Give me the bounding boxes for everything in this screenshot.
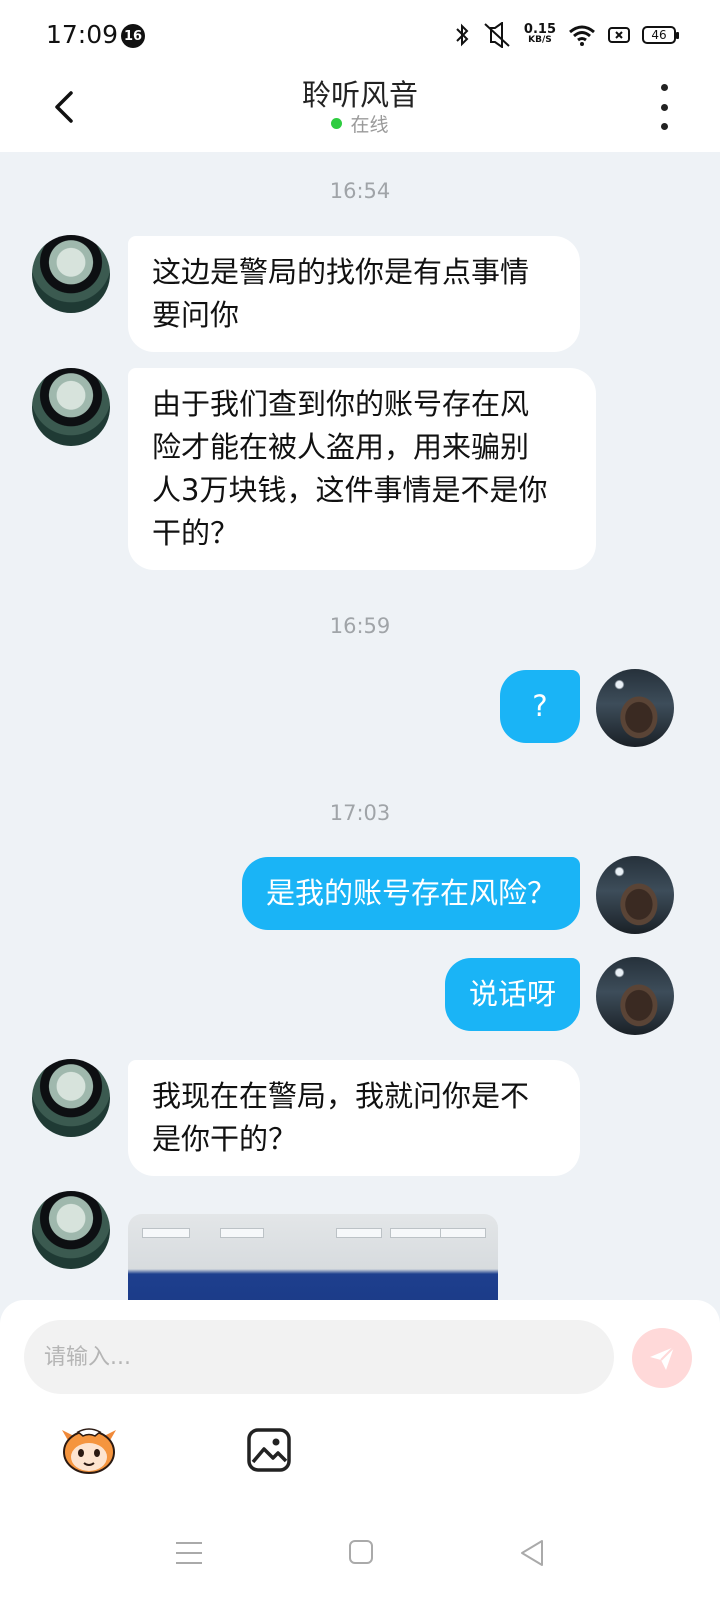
message-input[interactable] (24, 1320, 614, 1394)
online-status: 在线 (0, 110, 720, 137)
message-text-line: 由于我们查到你的账号存在风 (152, 387, 530, 421)
message-list[interactable]: 16:54 这边是警局的找你是有点事情 要问你 由于我们查到你的账号存在风 险才… (0, 152, 720, 1302)
message-text-line: 我现在在警局，我就问你是不 (152, 1079, 530, 1113)
outgoing-message-bubble[interactable]: 是我的账号存在风险？ (241, 857, 580, 930)
message-text-line: 要问你 (152, 298, 240, 332)
contact-avatar[interactable] (32, 1059, 110, 1137)
emoji-button[interactable] (60, 1424, 118, 1476)
contact-avatar[interactable] (32, 368, 110, 446)
ceiling-light (440, 1228, 486, 1238)
net-speed-value: 0.15 (523, 22, 556, 37)
online-dot-icon (331, 118, 343, 129)
user-avatar[interactable] (596, 957, 674, 1035)
incoming-message-bubble[interactable]: 我现在在警局，我就问你是不 是你干的？ (128, 1060, 580, 1176)
incoming-message-bubble[interactable]: 由于我们查到你的账号存在风 险才能在被人盗用，用来骗别 人3万块钱，这件事情是不… (128, 368, 596, 570)
more-options-button[interactable] (652, 84, 676, 130)
message-timestamp: 17:03 (329, 801, 391, 825)
menu-line (176, 1552, 202, 1554)
home-icon[interactable] (349, 1540, 373, 1564)
message-text-line: 是你干的？ (152, 1122, 298, 1156)
emoji-icon (62, 1428, 116, 1474)
chat-header: 聆听风音 在线 (0, 72, 720, 152)
send-button[interactable] (632, 1328, 692, 1388)
outgoing-message-bubble[interactable]: ? (500, 670, 580, 743)
image-button[interactable] (245, 1426, 293, 1474)
battery-icon: 46 (642, 26, 679, 44)
more-dot-icon (660, 123, 668, 130)
back-icon[interactable] (519, 1539, 545, 1567)
send-icon (650, 1346, 675, 1370)
chat-title: 聆听风音 (301, 78, 418, 112)
network-speed: 0.15 KB/S (523, 22, 556, 46)
contact-avatar[interactable] (32, 1191, 110, 1269)
ceiling-light (336, 1228, 382, 1238)
ceiling-light (220, 1228, 264, 1238)
outgoing-message-bubble[interactable]: 说话呀 (444, 958, 580, 1031)
user-avatar[interactable] (596, 669, 674, 747)
status-time: 17:09 (46, 20, 119, 49)
menu-line (176, 1562, 202, 1564)
ceiling-light (390, 1228, 444, 1238)
notification-count-badge: 16 (121, 24, 145, 48)
bluetooth-icon (456, 23, 469, 47)
wifi-icon (569, 25, 595, 46)
status-bar: 17:09 16 0.15 KB/S 46 (0, 0, 720, 72)
message-text-line: 人3万块钱，这件事情是不是你 (152, 473, 548, 507)
mute-icon (484, 22, 510, 48)
user-avatar[interactable] (596, 856, 674, 934)
message-text-line: 这边是警局的找你是有点事情 (152, 255, 530, 289)
contact-avatar[interactable] (32, 235, 110, 313)
more-dot-icon (660, 103, 668, 111)
net-speed-unit: KB/S (528, 35, 552, 45)
menu-icon[interactable] (176, 1542, 202, 1564)
incoming-message-bubble[interactable]: 这边是警局的找你是有点事情 要问你 (128, 236, 580, 352)
message-timestamp: 16:59 (329, 614, 391, 638)
menu-line (176, 1542, 202, 1544)
more-dot-icon (660, 84, 668, 91)
message-text-line: 险才能在被人盗用，用来骗别 (152, 430, 530, 464)
sim-icon (608, 27, 630, 43)
incoming-image-message[interactable] (128, 1214, 498, 1302)
ceiling-light (142, 1228, 190, 1238)
online-status-text: 在线 (350, 114, 389, 136)
image-icon (247, 1428, 291, 1472)
message-timestamp: 16:54 (329, 179, 391, 203)
system-nav-bar (0, 1520, 720, 1600)
message-text-line: 干的？ (152, 516, 240, 550)
status-icons: 0.15 KB/S 46 (454, 20, 679, 50)
